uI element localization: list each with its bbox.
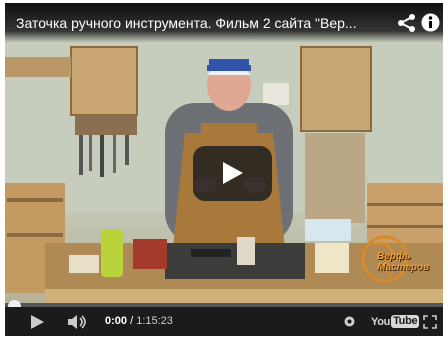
duration: 1:15:23 [136,315,173,327]
info-icon [421,13,440,32]
video-player[interactable]: Верфь Мастеров Заточка ручного инструмен… [5,3,443,336]
info-button[interactable] [421,13,440,32]
logo-text-line1: Верфь [377,251,411,262]
title-bar: Заточка ручного инструмента. Фильм 2 сай… [5,3,443,43]
share-button[interactable] [397,13,417,33]
current-time: 0:00 [105,315,128,327]
youtube-logo-tube: Tube [391,315,420,328]
time-display: 0:00 / 1:15:23 [105,315,173,327]
logo-text-line2: Мастеров [377,262,430,273]
settings-button[interactable] [343,315,356,328]
share-icon [398,14,415,32]
video-title[interactable]: Заточка ручного инструмента. Фильм 2 сай… [16,15,386,31]
youtube-logo-you: You [371,315,391,328]
time-separator: / [130,315,134,327]
control-bar: 0:00 / 1:15:23 You Tube [5,307,443,336]
fullscreen-button[interactable] [423,315,437,329]
youtube-logo[interactable]: You Tube [371,314,420,329]
play-icon [31,315,44,329]
play-button[interactable] [29,314,45,330]
fullscreen-icon [423,315,437,329]
channel-logo-text: Верфь Мастеров [377,251,437,273]
large-play-button[interactable] [193,146,272,201]
video-frame[interactable]: Верфь Мастеров [5,3,443,303]
gear-icon [344,316,355,327]
volume-icon [68,315,86,329]
play-icon [223,162,243,184]
volume-button[interactable] [67,314,91,330]
